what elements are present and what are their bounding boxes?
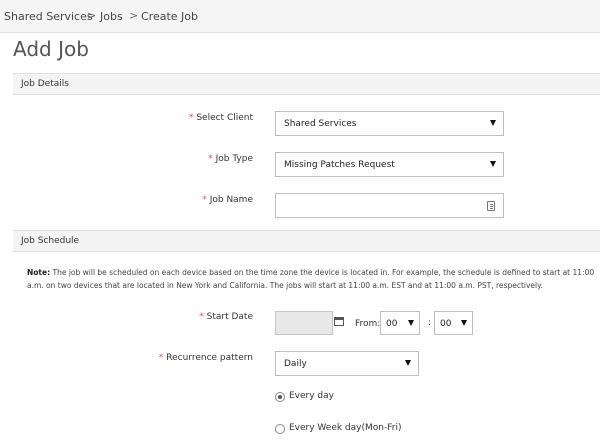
job-name-label-text: Job Name (209, 195, 253, 205)
breadcrumb-jobs[interactable]: Jobs (100, 10, 123, 23)
required-marker: * (158, 353, 164, 363)
from-label: From: (355, 319, 381, 329)
chevron-down-icon (408, 320, 414, 326)
every-week-day-radio[interactable] (275, 424, 285, 434)
breadcrumb: Shared Services > Jobs > Create Job (0, 0, 600, 33)
chevron-down-icon (490, 161, 496, 167)
autofill-icon (487, 201, 495, 211)
calendar-icon[interactable] (334, 317, 344, 326)
recurrence-dropdown[interactable]: Daily (275, 351, 419, 376)
recurrence-label: * Recurrence pattern (140, 353, 253, 363)
start-date-input[interactable] (275, 311, 333, 335)
start-date-label-text: Start Date (206, 312, 253, 322)
recurrence-label-text: Recurrence pattern (166, 353, 253, 363)
required-marker: * (208, 154, 213, 164)
chevron-down-icon (490, 120, 496, 126)
select-client-dropdown[interactable]: Shared Services (275, 111, 504, 136)
every-day-radio[interactable] (275, 392, 285, 402)
every-day-label[interactable]: Every day (289, 391, 334, 401)
section-label: Job Details (21, 79, 69, 89)
required-marker: * (199, 312, 204, 322)
section-job-details: Job Details (13, 73, 600, 95)
section-label: Job Schedule (21, 236, 80, 246)
chevron-down-icon (405, 360, 411, 366)
required-marker: * (188, 113, 194, 123)
select-client-label-text: Select Client (196, 113, 253, 123)
job-name-label: * Job Name (150, 195, 253, 205)
every-week-day-label[interactable]: Every Week day(Mon-Fri) (289, 423, 401, 433)
breadcrumb-separator: > (129, 9, 139, 22)
required-marker: * (202, 195, 207, 205)
job-type-value: Missing Patches Request (284, 160, 395, 170)
select-client-label: * Select Client (150, 113, 253, 123)
breadcrumb-create-job: Create Job (141, 10, 199, 23)
note-text: The job will be scheduled on each device… (27, 268, 595, 290)
job-name-input[interactable] (276, 194, 503, 217)
time-separator: : (428, 318, 432, 328)
recurrence-value: Daily (284, 359, 307, 369)
note-prefix: Note: (27, 268, 51, 277)
start-hour-value: 00 (386, 319, 398, 329)
breadcrumb-separator: > (87, 9, 97, 22)
job-type-label: * Job Type (150, 154, 253, 164)
start-date-label: * Start Date (150, 312, 253, 322)
job-type-label-text: Job Type (215, 154, 253, 164)
breadcrumb-shared-services[interactable]: Shared Services (4, 10, 93, 23)
start-minute-value: 00 (440, 319, 452, 329)
start-minute-dropdown[interactable]: 00 (434, 311, 473, 335)
chevron-down-icon (461, 320, 467, 326)
schedule-note: Note: The job will be scheduled on each … (27, 266, 600, 292)
job-type-dropdown[interactable]: Missing Patches Request (275, 152, 504, 177)
section-job-schedule: Job Schedule (13, 230, 600, 252)
select-client-value: Shared Services (284, 119, 357, 129)
job-name-field[interactable] (275, 193, 504, 218)
start-hour-dropdown[interactable]: 00 (380, 311, 420, 335)
page-title: Add Job (13, 37, 89, 61)
